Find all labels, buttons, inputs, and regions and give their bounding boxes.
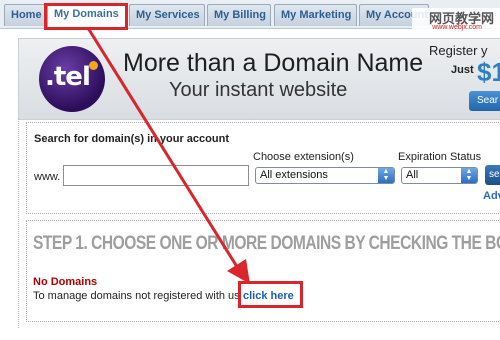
banner-register-text: Register y (429, 43, 488, 58)
watermark-url: www.webjx.com (432, 24, 482, 31)
highlight-box-tab (44, 3, 128, 30)
content-border (18, 118, 20, 328)
domain-search-panel: Search for domain(s) in your account Cho… (26, 122, 500, 214)
banner-search-button[interactable]: Sear (469, 91, 500, 111)
expiration-select-value: All (406, 169, 419, 181)
promo-banner[interactable]: .tel More than a Domain Name Your instan… (18, 38, 500, 120)
manage-domains-text: To manage domains not registered with us (33, 290, 240, 302)
tab-label: Home (11, 9, 42, 21)
no-domains-message: No Domains (33, 276, 98, 288)
extension-select-value: All extensions (260, 169, 328, 181)
tab-label: My Billing (214, 9, 266, 21)
tab-my-services[interactable]: My Services (129, 4, 205, 26)
logo-text: .tel (45, 62, 91, 92)
www-prefix-label: www. (34, 171, 61, 183)
banner-price: $1 (477, 57, 500, 87)
domain-search-input[interactable] (63, 165, 249, 186)
tab-my-marketing[interactable]: My Marketing (274, 4, 357, 26)
banner-subline: Your instant website (169, 79, 348, 101)
search-panel-title: Search for domain(s) in your account (34, 133, 229, 145)
expiration-label: Expiration Status (398, 151, 482, 163)
tab-my-billing[interactable]: My Billing (207, 4, 271, 26)
tab-home[interactable]: Home (4, 4, 45, 26)
extension-select[interactable]: All extensions ▲ ▼ (255, 167, 395, 184)
tab-label: My Marketing (281, 9, 352, 21)
advanced-search-link[interactable]: Adv (483, 190, 500, 202)
step-heading: STEP 1. CHOOSE ONE OR MORE DOMAINS BY CH… (33, 233, 500, 254)
select-arrows-icon: ▲ ▼ (461, 168, 477, 183)
watermark: 网页教学网 www.webjx.com (412, 8, 500, 32)
highlight-box-link (238, 281, 303, 308)
logo-dot-icon (89, 61, 98, 70)
tab-label: My Services (136, 9, 200, 21)
banner-just-text: Just (451, 64, 474, 76)
select-arrows-icon: ▲ ▼ (378, 168, 394, 183)
expiration-select[interactable]: All ▲ ▼ (401, 167, 478, 184)
search-submit-button[interactable]: se (485, 165, 500, 185)
extension-label: Choose extension(s) (253, 151, 354, 163)
banner-headline: More than a Domain Name (123, 49, 424, 77)
